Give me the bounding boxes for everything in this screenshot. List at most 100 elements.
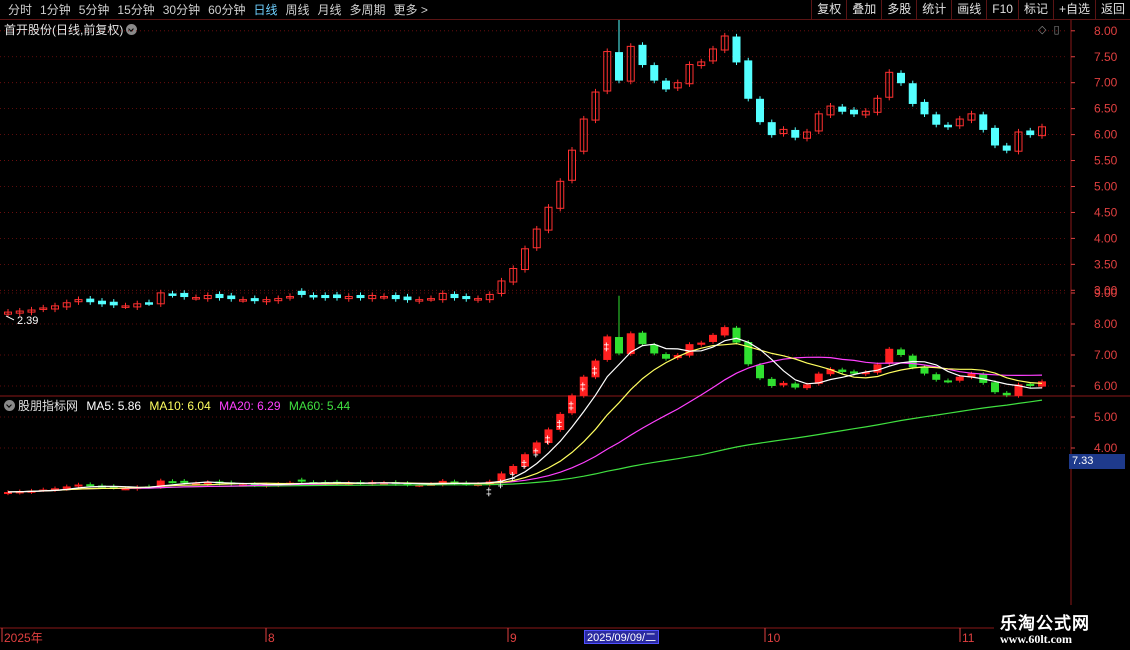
indicator-body — [732, 327, 741, 343]
candle-body — [250, 298, 259, 302]
x-tick-label: 9 — [510, 631, 517, 645]
y-tick-label: 5.00 — [1094, 180, 1118, 194]
candle-body — [850, 109, 858, 115]
buy-marker-icon: ‡ — [486, 486, 492, 498]
tab-more[interactable]: 更多 > — [390, 2, 432, 18]
y-tick-label: 3.50 — [1094, 257, 1118, 271]
watermark-logo: 乐淘公式网 www.60lt.com — [994, 605, 1130, 650]
candle-body — [309, 294, 318, 298]
indicator-body — [873, 364, 882, 373]
indicator-body — [932, 374, 941, 380]
buy-marker-icon: ‡ — [603, 341, 609, 353]
y-tick-label: 8.00 — [1094, 24, 1118, 38]
low-pointer — [5, 315, 15, 321]
candle-body — [650, 65, 659, 81]
tab-weekly[interactable]: 周线 — [281, 2, 313, 18]
y-tick-label: 5.50 — [1094, 154, 1118, 168]
buy-marker-icon: ‡ — [580, 382, 586, 394]
indicator-body — [850, 371, 858, 374]
candle-body — [462, 296, 471, 300]
tab-more-label: 更多 — [393, 3, 418, 17]
grid-lines — [0, 20, 1130, 629]
tab-15min[interactable]: 15分钟 — [113, 2, 158, 18]
ind-y-tick-label: 6.00 — [1094, 379, 1118, 393]
indicator-body — [74, 484, 83, 487]
indicator-body — [697, 342, 706, 345]
statistics-button[interactable]: 统计 — [916, 0, 951, 20]
y-tick-label: 7.50 — [1094, 50, 1118, 64]
candle-body — [215, 293, 224, 299]
f10-button[interactable]: F10 — [986, 0, 1018, 20]
indicator-body — [885, 348, 894, 364]
buy-marker-icon: ‡ — [533, 447, 539, 459]
indicator-body — [297, 479, 306, 482]
annotations: ‡‡‡‡‡‡‡‡‡‡‡8.852.39 — [5, 315, 609, 498]
add-watchlist-button[interactable]: +自选 — [1052, 0, 1095, 20]
candle-body — [1002, 145, 1011, 151]
indicator-body — [897, 349, 905, 355]
adjust-button[interactable]: 复权 — [811, 0, 846, 20]
indicator-body — [720, 327, 729, 336]
back-button[interactable]: 返回 — [1094, 0, 1130, 20]
indicator-body — [791, 383, 800, 388]
ind-y-tick-label: 8.00 — [1094, 317, 1118, 331]
candle-body — [979, 114, 988, 130]
tab-5min[interactable]: 5分钟 — [75, 2, 114, 18]
candle-body — [180, 292, 189, 298]
candle-body — [403, 296, 412, 301]
tab-30min[interactable]: 30分钟 — [159, 2, 204, 18]
tab-monthly[interactable]: 月线 — [314, 2, 346, 18]
buy-marker-icon: ‡ — [556, 419, 562, 431]
candle-body — [638, 44, 647, 66]
watermark-url: www.60lt.com — [1000, 632, 1072, 646]
kline-chart[interactable]: 3.003.504.004.505.005.506.006.507.007.50… — [0, 20, 1130, 650]
low-label: 2.39 — [17, 315, 38, 327]
y-tick-label: 6.00 — [1094, 128, 1118, 142]
indicator-body — [756, 364, 764, 379]
overlay-button[interactable]: 叠加 — [846, 0, 881, 20]
draw-line-button[interactable]: 画线 — [951, 0, 986, 20]
candle-body — [450, 293, 459, 299]
tab-timeshare[interactable]: 分时 — [4, 2, 36, 18]
buy-marker-icon: ‡ — [545, 434, 551, 446]
main-candles — [4, 20, 1046, 318]
tab-multi-period[interactable]: 多周期 — [346, 2, 390, 18]
y-tick-label: 6.50 — [1094, 102, 1118, 116]
y-tick-label: 4.00 — [1094, 231, 1118, 245]
candle-body — [662, 80, 670, 90]
indicator-body — [1038, 381, 1046, 387]
indicator-body — [944, 380, 952, 383]
candle-body — [333, 294, 341, 299]
indicator-body — [744, 341, 753, 365]
mark-button[interactable]: 标记 — [1017, 0, 1053, 20]
multi-stock-button[interactable]: 多股 — [881, 0, 916, 20]
indicator-body — [709, 334, 717, 342]
candle-body — [756, 98, 764, 123]
buy-marker-icon: ‡ — [498, 478, 504, 490]
candle-body — [86, 298, 95, 303]
period-tabs: 分时 1分钟 5分钟 15分钟 30分钟 60分钟 日线 周线 月线 多周期 更… — [4, 2, 432, 18]
indicator-body — [920, 366, 929, 374]
indicator-body — [615, 337, 623, 354]
candle-body — [109, 301, 118, 306]
candle-body — [98, 300, 106, 305]
ind-y-tick-label: 7.00 — [1094, 348, 1118, 362]
tab-daily[interactable]: 日线 — [249, 2, 281, 18]
buy-marker-icon: ‡ — [521, 459, 527, 471]
buy-marker-icon: ‡ — [568, 400, 574, 412]
buy-marker-icon: ‡ — [509, 471, 515, 483]
tab-1min[interactable]: 1分钟 — [36, 2, 75, 18]
watermark-title: 乐淘公式网 — [1000, 614, 1090, 634]
indicator-body — [180, 480, 189, 483]
price-tag: 7.33 — [1069, 454, 1125, 469]
candle-body — [991, 127, 999, 146]
ind-y-tick-label: 4.00 — [1094, 441, 1118, 455]
tab-60min[interactable]: 60分钟 — [204, 2, 249, 18]
buy-marker-icon: ‡ — [592, 366, 598, 378]
chevron-right-icon: > — [420, 3, 428, 17]
axes: 3.003.504.004.505.005.506.006.507.007.50… — [1, 24, 1118, 645]
candle-body — [944, 124, 952, 128]
candle-body — [356, 294, 365, 299]
candle-body — [145, 302, 153, 305]
indicator-body — [838, 369, 847, 373]
